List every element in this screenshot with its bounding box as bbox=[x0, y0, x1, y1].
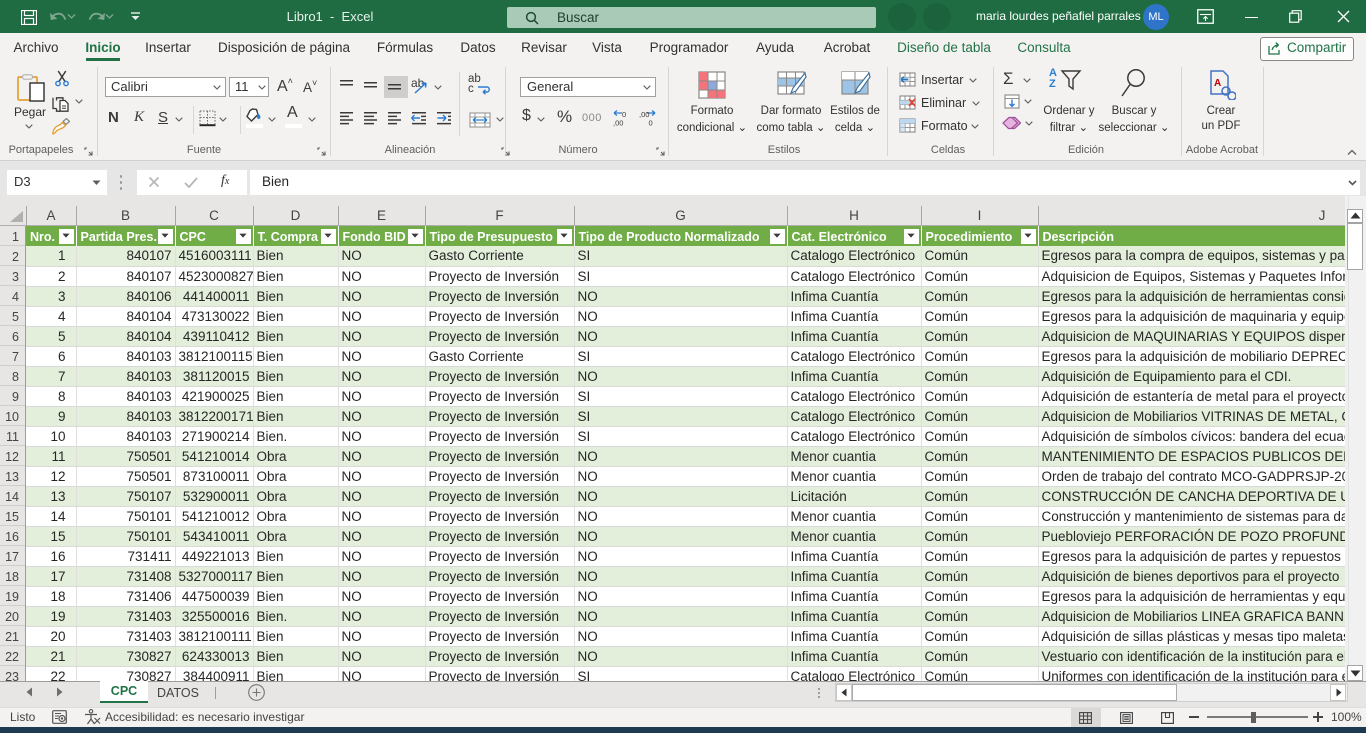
svg-text:A: A bbox=[1214, 78, 1221, 89]
svg-text:0: 0 bbox=[649, 119, 653, 128]
svg-text:,00: ,00 bbox=[613, 119, 623, 128]
